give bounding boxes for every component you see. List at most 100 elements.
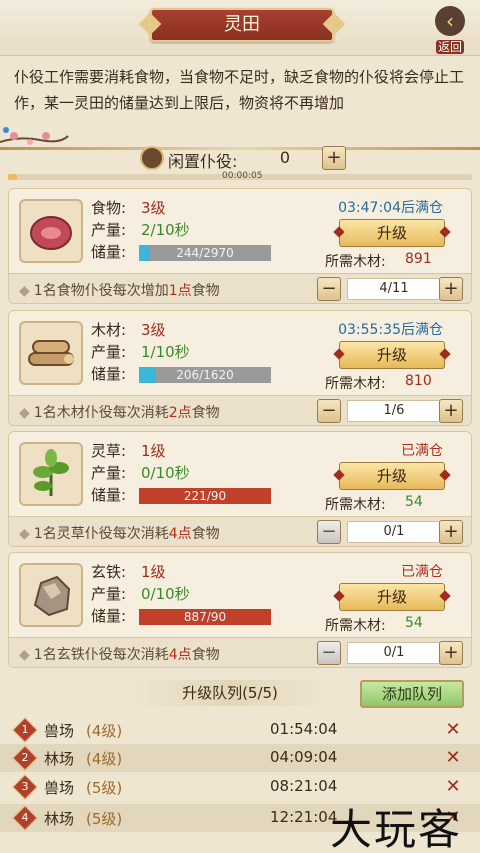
required-wood-value: 54 xyxy=(405,615,423,631)
ore-icon xyxy=(19,563,83,627)
required-wood-value: 810 xyxy=(405,373,432,389)
production-value: 0/10秒 xyxy=(141,585,190,603)
servant-assign-row: ◆ 1名木材仆役每次消耗2点食物 − 1/6 + xyxy=(9,395,471,425)
storage-label: 储量: xyxy=(91,486,127,504)
servant-count: 0/1 xyxy=(347,521,441,543)
storage-value: 887/90 xyxy=(183,610,227,624)
cancel-x-icon[interactable]: ✕ xyxy=(442,720,464,740)
resource-card: 木材: 3级 产量: 1/10秒 储量: 206/1620 03:55:35后满… xyxy=(8,310,472,426)
servant-count: 1/6 xyxy=(347,400,441,422)
servant-minus-button[interactable]: − xyxy=(317,277,341,301)
required-wood-label: 所需木材: xyxy=(325,376,386,392)
production-value: 1/10秒 xyxy=(141,343,190,361)
idle-servants-value: 0 xyxy=(279,148,291,167)
resource-card: 玄铁: 1级 产量: 0/10秒 储量: 887/90 已满仓 升级 所需木材:… xyxy=(8,552,472,668)
cancel-x-icon[interactable]: ✕ xyxy=(442,748,464,768)
upgrade-queue-title: 升级队列(5/5) xyxy=(130,680,330,706)
storage-status: 已满仓 xyxy=(401,564,443,580)
cancel-x-icon[interactable]: ✕ xyxy=(442,777,464,797)
resource-level: 1级 xyxy=(141,442,166,460)
servant-assign-row: ◆ 1名灵草仆役每次消耗4点食物 − 0/1 + xyxy=(9,516,471,546)
resource-info: 食物: 3级 产量: 2/10秒 储量: 244/2970 03:47:04后满… xyxy=(9,189,471,273)
back-label: 返回 xyxy=(435,40,464,54)
upgrade-button[interactable]: 升级 xyxy=(339,219,445,247)
resource-info: 灵草: 1级 产量: 0/10秒 储量: 221/90 已满仓 升级 所需木材:… xyxy=(9,432,471,516)
servant-plus-button[interactable]: + xyxy=(439,520,463,544)
servant-assign-row: ◆ 1名玄铁仆役每次消耗4点食物 − 0/1 + xyxy=(9,637,471,667)
resource-name: 灵草: xyxy=(91,442,127,460)
production-value: 0/10秒 xyxy=(141,464,190,482)
queue-building-level: (5级) xyxy=(86,779,123,797)
add-queue-button[interactable]: 添加队列 xyxy=(360,680,464,708)
queue-building-level: (5级) xyxy=(86,810,123,828)
upgrade-button[interactable]: 升级 xyxy=(339,583,445,611)
required-wood-value: 54 xyxy=(405,494,423,510)
herb-icon xyxy=(19,442,83,506)
storage-status: 已满仓 xyxy=(401,443,443,459)
upgrade-button[interactable]: 升级 xyxy=(339,462,445,490)
queue-building-level: (4级) xyxy=(86,722,123,740)
storage-label: 储量: xyxy=(91,243,127,261)
storage-label: 储量: xyxy=(91,607,127,625)
storage-value: 206/1620 xyxy=(176,368,234,382)
queue-row: 1 兽场 (4级) 01:54:04 ✕ xyxy=(0,716,480,744)
storage-bar: 206/1620 xyxy=(139,367,271,383)
servant-hint: ◆ 1名玄铁仆役每次消耗4点食物 xyxy=(19,647,220,663)
header-bar: 灵田 ‹ 返回 xyxy=(0,0,480,56)
servant-assign-row: ◆ 1名食物仆役每次增加1点食物 − 4/11 + xyxy=(9,273,471,303)
servant-plus-button[interactable]: + xyxy=(439,277,463,301)
idle-timer-text: 00:00:05 xyxy=(222,171,263,181)
resource-name: 木材: xyxy=(91,321,127,339)
idle-servants-label: 闲置仆役: xyxy=(168,152,238,171)
required-wood-value: 891 xyxy=(405,251,432,267)
logs-icon xyxy=(19,321,83,385)
production-value: 2/10秒 xyxy=(141,221,190,239)
upgrade-button[interactable]: 升级 xyxy=(339,341,445,369)
queue-building-name: 兽场 xyxy=(44,779,75,797)
queue-time: 04:09:04 xyxy=(270,748,338,766)
servant-minus-button[interactable]: − xyxy=(317,641,341,665)
required-wood-label: 所需木材: xyxy=(325,497,386,513)
queue-index-badge: 4 xyxy=(12,805,38,831)
servant-hint: ◆ 1名食物仆役每次增加1点食物 xyxy=(19,283,220,299)
storage-bar: 221/90 xyxy=(139,488,271,504)
production-label: 产量: xyxy=(91,585,127,603)
back-arrow-icon: ‹ xyxy=(435,6,465,36)
watermark-logo: 大玩客 xyxy=(330,805,463,853)
resource-name: 玄铁: xyxy=(91,563,127,581)
queue-building-name: 兽场 xyxy=(44,722,75,740)
storage-label: 储量: xyxy=(91,365,127,383)
resource-card: 灵草: 1级 产量: 0/10秒 储量: 221/90 已满仓 升级 所需木材:… xyxy=(8,431,472,547)
servant-hint: ◆ 1名灵草仆役每次消耗4点食物 xyxy=(19,526,220,542)
queue-index-badge: 1 xyxy=(12,717,38,743)
resource-info: 玄铁: 1级 产量: 0/10秒 储量: 887/90 已满仓 升级 所需木材:… xyxy=(9,553,471,637)
production-label: 产量: xyxy=(91,221,127,239)
queue-index-badge: 2 xyxy=(12,745,38,771)
production-label: 产量: xyxy=(91,343,127,361)
storage-value: 221/90 xyxy=(183,489,227,503)
queue-index-badge: 3 xyxy=(12,774,38,800)
meat-icon xyxy=(19,199,83,263)
idle-plus-button[interactable]: + xyxy=(322,146,346,170)
servant-plus-button[interactable]: + xyxy=(439,641,463,665)
storage-value: 244/2970 xyxy=(176,246,234,260)
servant-plus-button[interactable]: + xyxy=(439,399,463,423)
storage-bar: 244/2970 xyxy=(139,245,271,261)
required-wood-label: 所需木材: xyxy=(325,618,386,634)
queue-building-name: 林场 xyxy=(44,810,75,828)
queue-time: 12:21:04 xyxy=(270,808,338,826)
servant-minus-button[interactable]: − xyxy=(317,399,341,423)
queue-time: 08:21:04 xyxy=(270,777,338,795)
storage-bar: 887/90 xyxy=(139,609,271,625)
back-button[interactable]: ‹ 返回 xyxy=(430,6,470,54)
resource-name: 食物: xyxy=(91,199,127,217)
queue-building-name: 林场 xyxy=(44,750,75,768)
servant-hint: ◆ 1名木材仆役每次消耗2点食物 xyxy=(19,405,220,421)
servant-count: 4/11 xyxy=(347,278,441,300)
queue-time: 01:54:04 xyxy=(270,720,338,738)
servant-minus-button[interactable]: − xyxy=(317,520,341,544)
resource-card: 食物: 3级 产量: 2/10秒 储量: 244/2970 03:47:04后满… xyxy=(8,188,472,304)
production-label: 产量: xyxy=(91,464,127,482)
required-wood-label: 所需木材: xyxy=(325,254,386,270)
resource-info: 木材: 3级 产量: 1/10秒 储量: 206/1620 03:55:35后满… xyxy=(9,311,471,395)
